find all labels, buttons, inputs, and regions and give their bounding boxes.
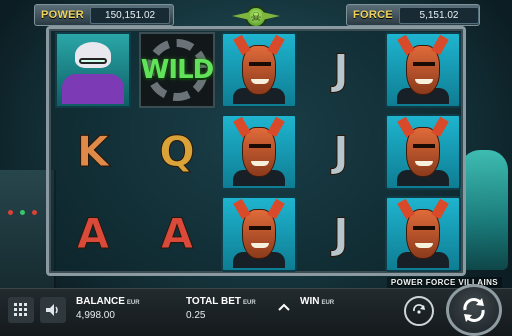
grid-icon[interactable] <box>8 297 34 323</box>
reel-5 <box>383 32 463 272</box>
symbol-q: Q <box>159 127 196 176</box>
symbol-villain <box>385 32 461 108</box>
symbol-a: A <box>160 209 194 258</box>
symbol-villain <box>221 32 297 108</box>
symbol-a: A <box>76 209 110 258</box>
force-meter: FORCE 5,151.02 <box>346 4 480 26</box>
reel-1: K A <box>53 32 133 272</box>
balance-display: BALANCE EUR 4,998.00 <box>76 296 140 321</box>
symbol-villain <box>221 196 297 272</box>
bet-currency: EUR <box>243 300 256 306</box>
autoplay-arrows-icon <box>413 304 425 314</box>
win-label: WIN <box>300 296 320 307</box>
win-display: WIN EUR <box>300 296 334 307</box>
total-bet-display: TOTAL BET EUR 0.25 <box>186 296 256 321</box>
sound-speaker-icon <box>46 304 58 316</box>
symbol-villain <box>221 114 297 190</box>
spin-icon[interactable] <box>446 284 502 336</box>
power-meter: POWER 150,151.02 <box>34 4 174 26</box>
chevron-up-icon[interactable] <box>274 299 294 319</box>
background-tank <box>460 150 508 270</box>
control-bar: BALANCE EUR 4,998.00 TOTAL BET EUR 0.25 WI… <box>0 288 512 336</box>
spin-arrows-icon <box>463 298 485 322</box>
speaker-icon[interactable] <box>40 297 66 323</box>
bet-up-chevron-icon <box>278 303 290 311</box>
symbol-j: J <box>333 209 350 258</box>
bet-value: 0.25 <box>186 310 206 321</box>
force-value: 5,151.02 <box>399 6 479 24</box>
bet-label: TOTAL BET <box>186 296 241 307</box>
symbol-granny <box>55 32 131 108</box>
symbol-villain <box>385 114 461 190</box>
autoplay-icon[interactable] <box>404 296 434 326</box>
reel-2: WILD Q A <box>137 32 217 272</box>
reels-frame: K A WILD Q A J J J <box>46 26 466 276</box>
force-label: FORCE <box>353 9 393 21</box>
balance-value: 4,998.00 <box>76 310 115 321</box>
balance-label: BALANCE <box>76 296 125 307</box>
balance-currency: EUR <box>126 300 140 306</box>
symbol-villain <box>385 196 461 272</box>
power-value: 150,151.02 <box>90 6 171 24</box>
power-label: POWER <box>41 9 85 21</box>
reel-3 <box>219 32 299 272</box>
reel-4: J J J <box>301 32 381 272</box>
symbol-j: J <box>333 127 350 176</box>
symbol-wild: WILD <box>139 32 215 108</box>
menu-grid-icon <box>14 303 27 316</box>
win-currency: EUR <box>321 300 335 306</box>
symbol-j: J <box>333 45 350 94</box>
symbol-k: K <box>76 127 110 176</box>
